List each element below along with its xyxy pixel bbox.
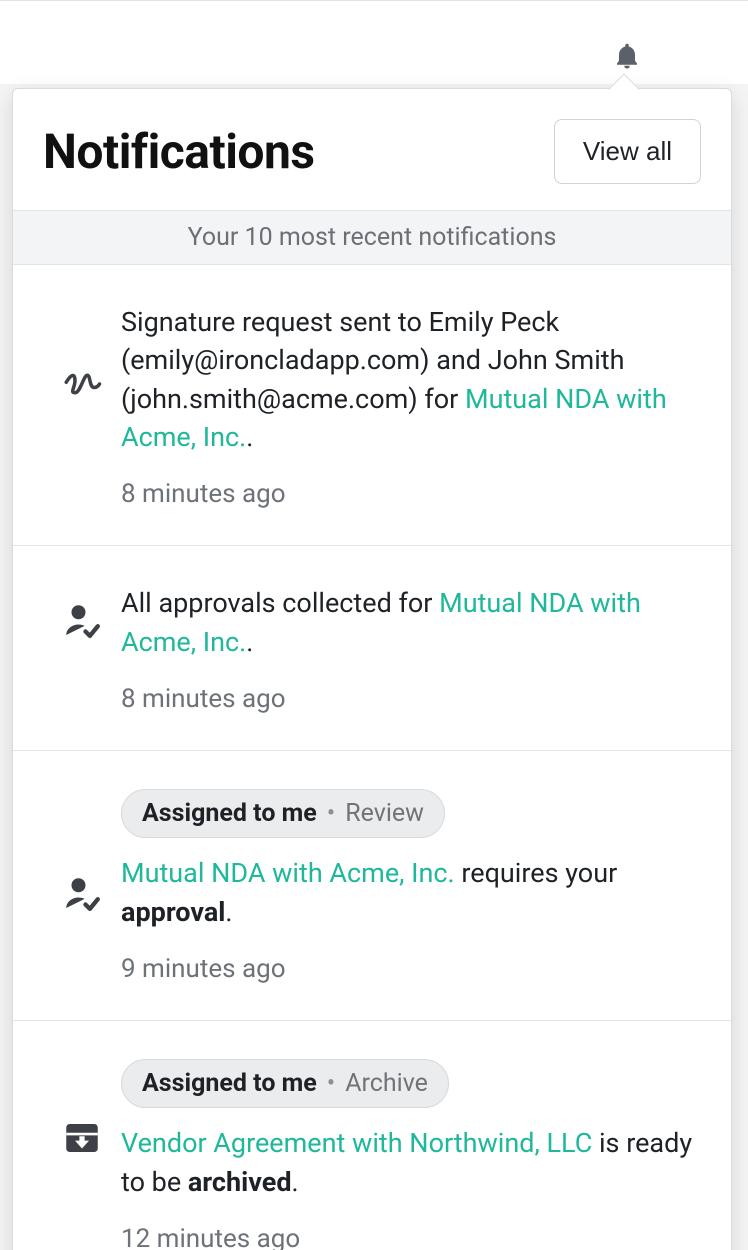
notification-icon-col bbox=[43, 1059, 121, 1159]
notification-icon-col bbox=[43, 789, 121, 915]
notifications-bell-button[interactable] bbox=[608, 37, 646, 75]
panel-title: Notifications bbox=[43, 123, 315, 180]
assignment-pill: Assigned to me • Archive bbox=[121, 1059, 449, 1109]
notification-timestamp: 9 minutes ago bbox=[121, 951, 701, 988]
notification-item[interactable]: All approvals collected for Mutual NDA w… bbox=[13, 546, 731, 751]
notification-item[interactable]: Assigned to me • Archive Vendor Agreemen… bbox=[13, 1021, 731, 1250]
archive-icon bbox=[61, 1117, 103, 1159]
notification-icon-col bbox=[43, 584, 121, 642]
notification-bold: archived bbox=[188, 1166, 292, 1198]
notification-link[interactable]: Vendor Agreement with Northwind, LLC bbox=[121, 1127, 592, 1159]
notification-timestamp: 8 minutes ago bbox=[121, 476, 701, 513]
notification-text-after: . bbox=[246, 626, 253, 658]
notifications-panel: Notifications View all Your 10 most rece… bbox=[12, 88, 732, 1250]
notification-icon-col bbox=[43, 303, 121, 405]
notification-text-after: . bbox=[246, 421, 253, 453]
notification-text-after: . bbox=[225, 896, 232, 928]
person-check-icon bbox=[61, 600, 103, 642]
notification-item[interactable]: Assigned to me • Review Mutual NDA with … bbox=[13, 751, 731, 1021]
pill-assigned: Assigned to me bbox=[142, 1066, 317, 1102]
pill-stage: Archive bbox=[345, 1066, 428, 1102]
notification-link[interactable]: Mutual NDA with Acme, Inc. bbox=[121, 857, 455, 889]
notification-text-mid: requires your bbox=[455, 857, 618, 889]
notification-bold: approval bbox=[121, 896, 225, 928]
signature-icon bbox=[61, 363, 103, 405]
person-check-icon bbox=[61, 873, 103, 915]
assignment-pill: Assigned to me • Review bbox=[121, 789, 445, 839]
pill-separator: • bbox=[327, 796, 335, 832]
panel-subheader: Your 10 most recent notifications bbox=[13, 210, 731, 265]
notification-timestamp: 8 minutes ago bbox=[121, 681, 701, 718]
view-all-button[interactable]: View all bbox=[554, 119, 701, 184]
notification-content: Assigned to me • Archive Vendor Agreemen… bbox=[121, 1059, 701, 1250]
notification-text-after: . bbox=[292, 1166, 299, 1198]
notification-content: Assigned to me • Review Mutual NDA with … bbox=[121, 789, 701, 988]
top-bar bbox=[0, 0, 748, 84]
pill-assigned: Assigned to me bbox=[142, 796, 317, 832]
pill-stage: Review bbox=[345, 796, 424, 832]
bell-icon bbox=[612, 41, 642, 71]
notification-content: Signature request sent to Emily Peck (em… bbox=[121, 303, 701, 513]
notification-content: All approvals collected for Mutual NDA w… bbox=[121, 584, 701, 718]
notification-text: All approvals collected for bbox=[121, 587, 439, 619]
pill-separator: • bbox=[327, 1066, 335, 1102]
panel-header: Notifications View all bbox=[13, 89, 731, 210]
notification-timestamp: 12 minutes ago bbox=[121, 1221, 701, 1250]
notification-item[interactable]: Signature request sent to Emily Peck (em… bbox=[13, 265, 731, 546]
